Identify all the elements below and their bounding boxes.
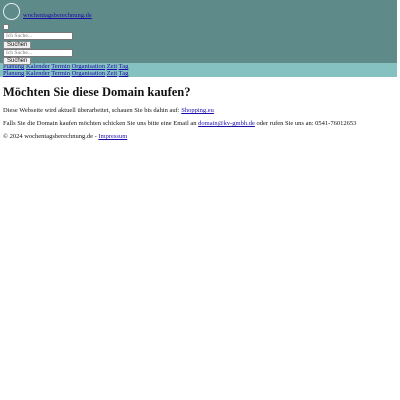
nav-link-tag[interactable]: Tag (119, 70, 129, 77)
contact-notice: Falls Sie die Domain kaufen möchten schi… (3, 120, 397, 128)
shopping-link[interactable]: Shopping.eu (181, 107, 214, 114)
nav-link-zeit[interactable]: Zeit (107, 63, 117, 70)
search-input-primary[interactable]: Ich Suche... (3, 32, 73, 40)
maintenance-text: Diese Webseite wird aktuell überarbeitet… (3, 107, 180, 114)
contact-text-b: oder rufen Sie uns an: 0541-76012653 (256, 120, 357, 127)
maintenance-notice: Diese Webseite wird aktuell überarbeitet… (3, 107, 397, 115)
nav-link-planung[interactable]: Planung (3, 70, 24, 77)
nav-row-1: Planung Kalender Termin Organisation Zei… (0, 63, 397, 70)
nav-link-organisation[interactable]: Organisation (72, 63, 105, 70)
search-button-secondary[interactable]: Suchen (3, 57, 32, 65)
logo-row: wochentagsberechnung.de (3, 3, 92, 20)
site-name-link[interactable]: wochentagsberechnung.de (23, 12, 92, 20)
logo-circle-icon[interactable] (3, 3, 20, 20)
menu-toggle-checkbox[interactable] (3, 24, 9, 30)
email-link[interactable]: domain@kv-gmbh.de (198, 120, 255, 127)
search-button-primary[interactable]: Suchen (3, 41, 32, 49)
contact-text-a: Falls Sie die Domain kaufen möchten schi… (3, 120, 197, 127)
nav-link-termin[interactable]: Termin (51, 70, 70, 77)
page-title: Möchten Sie diese Domain kaufen? (3, 85, 191, 99)
nav-link-kalender[interactable]: Kalender (26, 70, 50, 77)
search-input-secondary[interactable]: Ich Suche... (3, 49, 73, 57)
nav-link-organisation[interactable]: Organisation (72, 70, 105, 77)
category-nav: Planung Kalender Termin Organisation Zei… (0, 63, 397, 77)
site-header: wochentagsberechnung.de Ich Suche... Suc… (0, 0, 397, 65)
nav-link-tag[interactable]: Tag (119, 63, 129, 70)
nav-link-termin[interactable]: Termin (51, 63, 70, 70)
copyright-text: © 2024 wochentagsberechnung.de - (3, 133, 97, 140)
nav-link-zeit[interactable]: Zeit (107, 70, 117, 77)
main-content: Möchten Sie diese Domain kaufen? Diese W… (0, 85, 400, 141)
nav-row-2: Planung Kalender Termin Organisation Zei… (0, 70, 397, 77)
impressum-link[interactable]: Impressum (98, 133, 127, 140)
footer: © 2024 wochentagsberechnung.de - Impress… (3, 133, 397, 141)
